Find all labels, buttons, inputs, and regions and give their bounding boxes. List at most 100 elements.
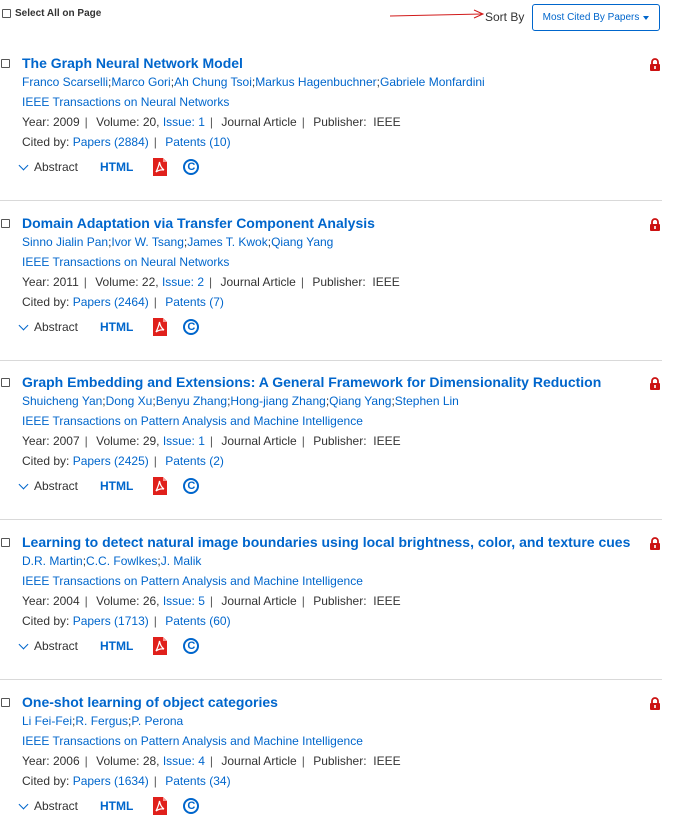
issue-label: Issue: [162, 754, 195, 768]
author-link[interactable]: Dong Xu [106, 394, 153, 408]
html-link[interactable]: HTML [100, 320, 133, 334]
year-value: 2006 [52, 754, 80, 768]
result-checkbox[interactable] [1, 538, 10, 547]
select-all-checkbox[interactable] [2, 9, 11, 18]
author-link[interactable]: Sinno Jialin Pan [22, 235, 108, 249]
copyright-icon[interactable]: C [183, 638, 200, 654]
author-link[interactable]: Hong-jiang Zhang [230, 394, 325, 408]
author-link[interactable]: Benyu Zhang [156, 394, 227, 408]
result-title[interactable]: One-shot learning of object categories [22, 694, 278, 710]
author-link[interactable]: Markus Hagenbuchner [255, 75, 376, 89]
lock-icon[interactable] [649, 218, 661, 231]
result-checkbox[interactable] [1, 698, 10, 707]
cited-papers-link[interactable]: Papers (2884) [73, 135, 149, 149]
author-link[interactable]: D.R. Martin [22, 554, 83, 568]
year-value: 2011 [52, 275, 79, 289]
result-authors: Sinno Jialin Pan;Ivor W. Tsang;James T. … [22, 235, 333, 249]
copyright-icon[interactable]: C [183, 319, 200, 335]
result-citations: Cited by: Papers (1713) | Patents (60) [22, 614, 231, 628]
result-actions: Abstract HTML C [18, 477, 200, 495]
result-checkbox[interactable] [1, 219, 10, 228]
result-checkbox[interactable] [1, 378, 10, 387]
result-publication[interactable]: IEEE Transactions on Pattern Analysis an… [22, 574, 363, 588]
content-type: Journal Article [221, 115, 297, 129]
cited-papers-link[interactable]: Papers (1713) [73, 614, 149, 628]
cited-patents-link[interactable]: Patents (10) [165, 135, 230, 149]
issue-link[interactable]: Issue: 5 [163, 594, 205, 608]
cited-papers-link[interactable]: Papers (1634) [73, 774, 149, 788]
author-link[interactable]: Qiang Yang [271, 235, 333, 249]
pdf-icon[interactable] [153, 158, 168, 176]
html-link[interactable]: HTML [100, 639, 133, 653]
pdf-icon[interactable] [153, 637, 168, 655]
html-link[interactable]: HTML [100, 160, 133, 174]
issue-link[interactable]: Issue: 4 [163, 754, 205, 768]
lock-icon[interactable] [649, 697, 661, 710]
result-title[interactable]: The Graph Neural Network Model [22, 55, 243, 71]
lock-icon[interactable] [649, 377, 661, 390]
result-authors: Li Fei-Fei;R. Fergus;P. Perona [22, 714, 183, 728]
pdf-icon[interactable] [153, 797, 168, 815]
abstract-toggle[interactable]: Abstract [18, 479, 78, 493]
cited-patents-link[interactable]: Patents (60) [165, 614, 230, 628]
author-link[interactable]: Ivor W. Tsang [111, 235, 183, 249]
abstract-toggle[interactable]: Abstract [18, 799, 78, 813]
abstract-label: Abstract [34, 320, 79, 334]
cited-papers-link[interactable]: Papers (2425) [73, 454, 149, 468]
issue-label: Issue: [162, 434, 195, 448]
result-divider [0, 200, 662, 201]
result-title[interactable]: Domain Adaptation via Transfer Component… [22, 215, 375, 231]
sort-dropdown[interactable]: Most Cited By Papers [532, 4, 660, 31]
author-link[interactable]: Shuicheng Yan [22, 394, 102, 408]
cited-patents-link[interactable]: Patents (2) [165, 454, 224, 468]
result-publication[interactable]: IEEE Transactions on Neural Networks [22, 95, 229, 109]
result-citations: Cited by: Papers (2464) | Patents (7) [22, 295, 224, 309]
issue-link[interactable]: Issue: 2 [162, 275, 204, 289]
abstract-toggle[interactable]: Abstract [18, 320, 78, 334]
select-all[interactable]: Select All on Page [2, 8, 101, 19]
lock-icon[interactable] [649, 58, 661, 71]
issue-link[interactable]: Issue: 1 [163, 434, 205, 448]
abstract-toggle[interactable]: Abstract [18, 639, 78, 653]
result-authors: Franco Scarselli;Marco Gori;Ah Chung Tso… [22, 75, 485, 89]
author-link[interactable]: Gabriele Monfardini [380, 75, 485, 89]
copyright-icon[interactable]: C [183, 798, 200, 814]
year-value: 2007 [52, 434, 80, 448]
pdf-icon[interactable] [153, 318, 168, 336]
cited-papers-link[interactable]: Papers (2464) [73, 295, 149, 309]
issue-link[interactable]: Issue: 1 [163, 115, 205, 129]
author-link[interactable]: Franco Scarselli [22, 75, 108, 89]
result-citations: Cited by: Papers (2884) | Patents (10) [22, 135, 231, 149]
year-label: Year: [22, 594, 50, 608]
result-publication[interactable]: IEEE Transactions on Neural Networks [22, 255, 229, 269]
result-title[interactable]: Learning to detect natural image boundar… [22, 534, 630, 550]
year-label: Year: [22, 754, 50, 768]
abstract-toggle[interactable]: Abstract [18, 160, 78, 174]
author-link[interactable]: J. Malik [161, 554, 202, 568]
author-link[interactable]: P. Perona [131, 714, 183, 728]
abstract-label: Abstract [34, 479, 79, 493]
author-link[interactable]: James T. Kwok [187, 235, 267, 249]
author-link[interactable]: Stephen Lin [395, 394, 459, 408]
html-link[interactable]: HTML [100, 799, 133, 813]
pdf-icon[interactable] [153, 477, 168, 495]
author-link[interactable]: R. Fergus [75, 714, 128, 728]
result-publication[interactable]: IEEE Transactions on Pattern Analysis an… [22, 414, 363, 428]
result-checkbox[interactable] [1, 59, 10, 68]
result-title[interactable]: Graph Embedding and Extensions: A Genera… [22, 374, 601, 390]
author-link[interactable]: C.C. Fowlkes [86, 554, 157, 568]
result-publication[interactable]: IEEE Transactions on Pattern Analysis an… [22, 734, 363, 748]
cited-patents-link[interactable]: Patents (7) [165, 295, 224, 309]
html-link[interactable]: HTML [100, 479, 133, 493]
cited-by-label: Cited by: [22, 454, 70, 468]
cited-patents-link[interactable]: Patents (34) [165, 774, 230, 788]
lock-icon[interactable] [649, 537, 661, 550]
content-type: Journal Article [221, 594, 297, 608]
author-link[interactable]: Ah Chung Tsoi [174, 75, 252, 89]
result-actions: Abstract HTML C [18, 158, 200, 176]
author-link[interactable]: Marco Gori [111, 75, 170, 89]
copyright-icon[interactable]: C [183, 159, 200, 175]
copyright-icon[interactable]: C [183, 478, 200, 494]
author-link[interactable]: Qiang Yang [329, 394, 391, 408]
author-link[interactable]: Li Fei-Fei [22, 714, 72, 728]
